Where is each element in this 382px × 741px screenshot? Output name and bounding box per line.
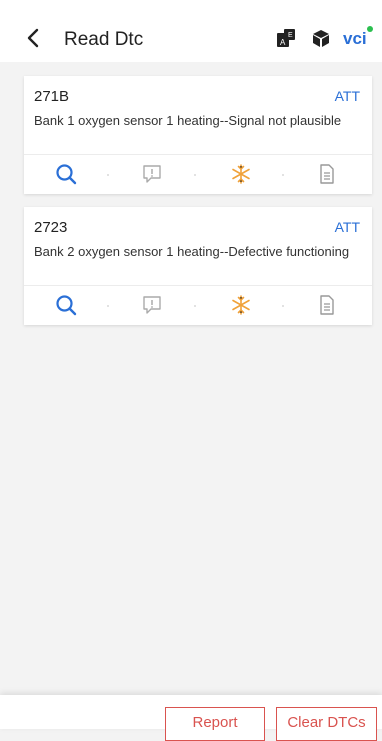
- dtc-card: 2723 ATT Bank 2 oxygen sensor 1 heating-…: [24, 207, 372, 325]
- vci-icon[interactable]: vci: [343, 29, 367, 49]
- vci-status-dot: [367, 26, 373, 32]
- separator: [194, 305, 196, 307]
- clear-dtcs-button[interactable]: Clear DTCs: [276, 707, 377, 741]
- bottom-bar: Report Clear DTCs: [0, 695, 382, 741]
- info-comment-icon[interactable]: [141, 163, 163, 185]
- info-comment-icon[interactable]: [141, 294, 163, 316]
- box-icon[interactable]: [311, 28, 331, 48]
- search-icon[interactable]: [55, 294, 77, 316]
- separator: [282, 174, 284, 176]
- report-button[interactable]: Report: [165, 707, 265, 741]
- dtc-card: 271B ATT Bank 1 oxygen sensor 1 heating-…: [24, 76, 372, 194]
- dtc-description: Bank 1 oxygen sensor 1 heating--Signal n…: [34, 113, 342, 128]
- svg-text:A: A: [280, 38, 286, 47]
- divider: [24, 154, 372, 155]
- dtc-status: ATT: [334, 219, 360, 235]
- separator: [107, 305, 109, 307]
- document-icon[interactable]: [316, 163, 338, 185]
- separator: [107, 174, 109, 176]
- chevron-left-icon[interactable]: [26, 28, 40, 48]
- translate-icon[interactable]: A E: [276, 28, 296, 48]
- dtc-code: 2723: [34, 219, 68, 236]
- page-title: Read Dtc: [64, 29, 144, 50]
- svg-text:E: E: [288, 32, 293, 39]
- dtc-description: Bank 2 oxygen sensor 1 heating--Defectiv…: [34, 244, 350, 259]
- freeze-frame-icon[interactable]: [230, 294, 252, 316]
- divider: [24, 285, 372, 286]
- top-bar: Read Dtc A E vci: [0, 0, 382, 62]
- search-icon[interactable]: [55, 163, 77, 185]
- dtc-code: 271B: [34, 88, 70, 105]
- separator: [194, 174, 196, 176]
- dtc-status: ATT: [334, 88, 360, 104]
- freeze-frame-icon[interactable]: [230, 163, 252, 185]
- document-icon[interactable]: [316, 294, 338, 316]
- separator: [282, 305, 284, 307]
